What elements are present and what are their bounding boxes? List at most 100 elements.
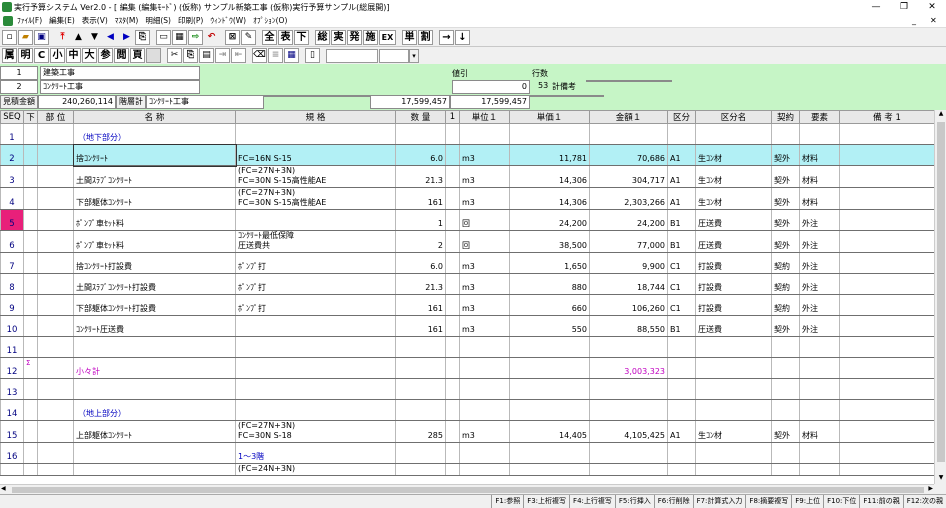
row-kubun-name[interactable]: 圧送費 <box>695 315 772 337</box>
row-name[interactable]: 下部躯体ｺﾝｸﾘｰﾄ打設費 <box>73 294 236 316</box>
append-icon[interactable]: ⇤ <box>231 48 246 63</box>
row-unit[interactable]: m3 <box>459 420 510 443</box>
unit-button[interactable]: 単 <box>402 30 417 45</box>
row-note[interactable] <box>839 187 934 210</box>
row-q1[interactable] <box>445 294 460 316</box>
table-row[interactable]: (FC=24N+3N) <box>0 463 934 476</box>
row-kubun[interactable]: A1 <box>667 165 696 188</box>
save-icon[interactable]: ▣ <box>34 30 49 45</box>
row-kubun-name[interactable] <box>695 399 772 421</box>
mdi-minimize-button[interactable]: _ <box>912 16 916 25</box>
row-ka[interactable] <box>23 420 38 443</box>
table-button[interactable]: 表 <box>278 30 293 45</box>
row-qty[interactable] <box>395 463 446 476</box>
row-ka[interactable] <box>23 187 38 210</box>
row-kubun-name[interactable]: 打設費 <box>695 252 772 274</box>
excel-button[interactable]: EX <box>379 30 396 45</box>
row-contract[interactable]: 契約 <box>771 273 800 295</box>
row-qty[interactable]: 161 <box>395 315 446 337</box>
row-kubun-name[interactable]: 生ｺﾝ材 <box>695 420 772 443</box>
row-kubun[interactable] <box>667 336 696 358</box>
disabled-icon[interactable]: ≡ <box>268 48 283 63</box>
row-price[interactable] <box>509 463 590 476</box>
row-contract[interactable]: 契外 <box>771 209 800 231</box>
table-row[interactable]: 5 ﾎﾟﾝﾌﾟ車ｾｯﾄ料 1 回 24,200 24,200 B1 圧送費 契外 外注 <box>0 209 934 231</box>
row-amount[interactable] <box>589 123 668 145</box>
row-unit[interactable]: m3 <box>459 252 510 274</box>
row-ka[interactable] <box>23 273 38 295</box>
attribute-button[interactable]: 属 <box>2 48 17 63</box>
row-spec[interactable]: (FC=27N+3N) FC=30N S-15高性能AE <box>235 187 396 210</box>
close-button[interactable]: ✕ <box>918 0 946 14</box>
row-kubun[interactable]: B1 <box>667 230 696 253</box>
discount-field[interactable]: 0 <box>452 80 530 94</box>
row-name[interactable]: ﾎﾟﾝﾌﾟ車ｾｯﾄ料 <box>73 209 236 231</box>
row-contract[interactable] <box>771 123 800 145</box>
row-name[interactable]: 下部躯体ｺﾝｸﾘｰﾄ <box>73 187 236 210</box>
row-unit[interactable] <box>459 357 510 379</box>
dropdown-icon[interactable]: ▾ <box>409 48 419 63</box>
row-contract[interactable]: 契外 <box>771 165 800 188</box>
row-price[interactable] <box>509 123 590 145</box>
arrow-up-icon[interactable]: ▲ <box>71 30 86 45</box>
row-note[interactable] <box>839 463 934 476</box>
row-q1[interactable] <box>445 336 460 358</box>
row-spec[interactable]: ﾎﾟﾝﾌﾟ打 <box>235 273 396 295</box>
row-spec[interactable]: ﾎﾟﾝﾌﾟ打 <box>235 294 396 316</box>
row-element[interactable] <box>799 378 840 400</box>
row-unit[interactable] <box>459 336 510 358</box>
row-contract[interactable] <box>771 378 800 400</box>
row-amount[interactable]: 2,303,266 <box>589 187 668 210</box>
row-unit[interactable] <box>459 378 510 400</box>
row-note[interactable] <box>839 252 934 274</box>
row-spec[interactable]: 1～3階 <box>235 442 396 464</box>
mdi-close-button[interactable]: ✕ <box>930 16 937 25</box>
row-price[interactable]: 1,650 <box>509 252 590 274</box>
scroll-down-icon[interactable]: ▼ <box>936 474 946 484</box>
row-price[interactable]: 38,500 <box>509 230 590 253</box>
row-seq[interactable]: 7 <box>0 252 24 274</box>
row-bui[interactable] <box>37 187 74 210</box>
row-spec[interactable]: (FC=27N+3N) FC=30N S-18 <box>235 420 396 443</box>
row-qty[interactable] <box>395 123 446 145</box>
row-kubun-name[interactable]: 打設費 <box>695 273 772 295</box>
scroll-right-icon[interactable]: ▶ <box>928 485 933 492</box>
row-seq[interactable]: 4 <box>0 187 24 210</box>
f8-key[interactable]: F8:摘要複写 <box>745 495 791 508</box>
row-kubun-name[interactable]: 生ｺﾝ材 <box>695 165 772 188</box>
copy-icon[interactable]: ⎘ <box>135 30 150 45</box>
grid-icon[interactable]: ▦ <box>172 30 187 45</box>
row-bui[interactable] <box>37 165 74 188</box>
row-seq[interactable]: 13 <box>0 378 24 400</box>
row-bui[interactable] <box>37 252 74 274</box>
row-note[interactable] <box>839 378 934 400</box>
row-kubun-name[interactable] <box>695 123 772 145</box>
row-unit[interactable]: 回 <box>459 230 510 253</box>
row-bui[interactable] <box>37 315 74 337</box>
table-row[interactable]: 11 <box>0 336 934 358</box>
all-button[interactable]: 全 <box>262 30 277 45</box>
row-note[interactable] <box>839 420 934 443</box>
row-bui[interactable] <box>37 230 74 253</box>
table-row[interactable]: 16 1～3階 <box>0 442 934 464</box>
row-element[interactable]: 外注 <box>799 209 840 231</box>
row-contract[interactable]: 契外 <box>771 187 800 210</box>
row-element[interactable]: 材料 <box>799 144 840 166</box>
row-amount[interactable]: 4,105,425 <box>589 420 668 443</box>
row-seq[interactable]: 16 <box>0 442 24 464</box>
row-element[interactable] <box>799 463 840 476</box>
row-seq[interactable]: 9 <box>0 294 24 316</box>
row-seq[interactable]: 14 <box>0 399 24 421</box>
row-contract[interactable] <box>771 399 800 421</box>
row-ka[interactable] <box>23 336 38 358</box>
row-seq[interactable]: 2 <box>0 144 24 166</box>
f4-key[interactable]: F4:上行複写 <box>569 495 615 508</box>
row-seq[interactable]: 1 <box>0 123 24 145</box>
row-qty[interactable] <box>395 336 446 358</box>
row-contract[interactable]: 契外 <box>771 315 800 337</box>
row-q1[interactable] <box>445 209 460 231</box>
row-price[interactable]: 660 <box>509 294 590 316</box>
row-name[interactable]: 捨ｺﾝｸﾘｰﾄ打設費 <box>73 252 236 274</box>
row-name[interactable] <box>73 336 236 358</box>
f9-key[interactable]: F9:上位 <box>791 495 823 508</box>
